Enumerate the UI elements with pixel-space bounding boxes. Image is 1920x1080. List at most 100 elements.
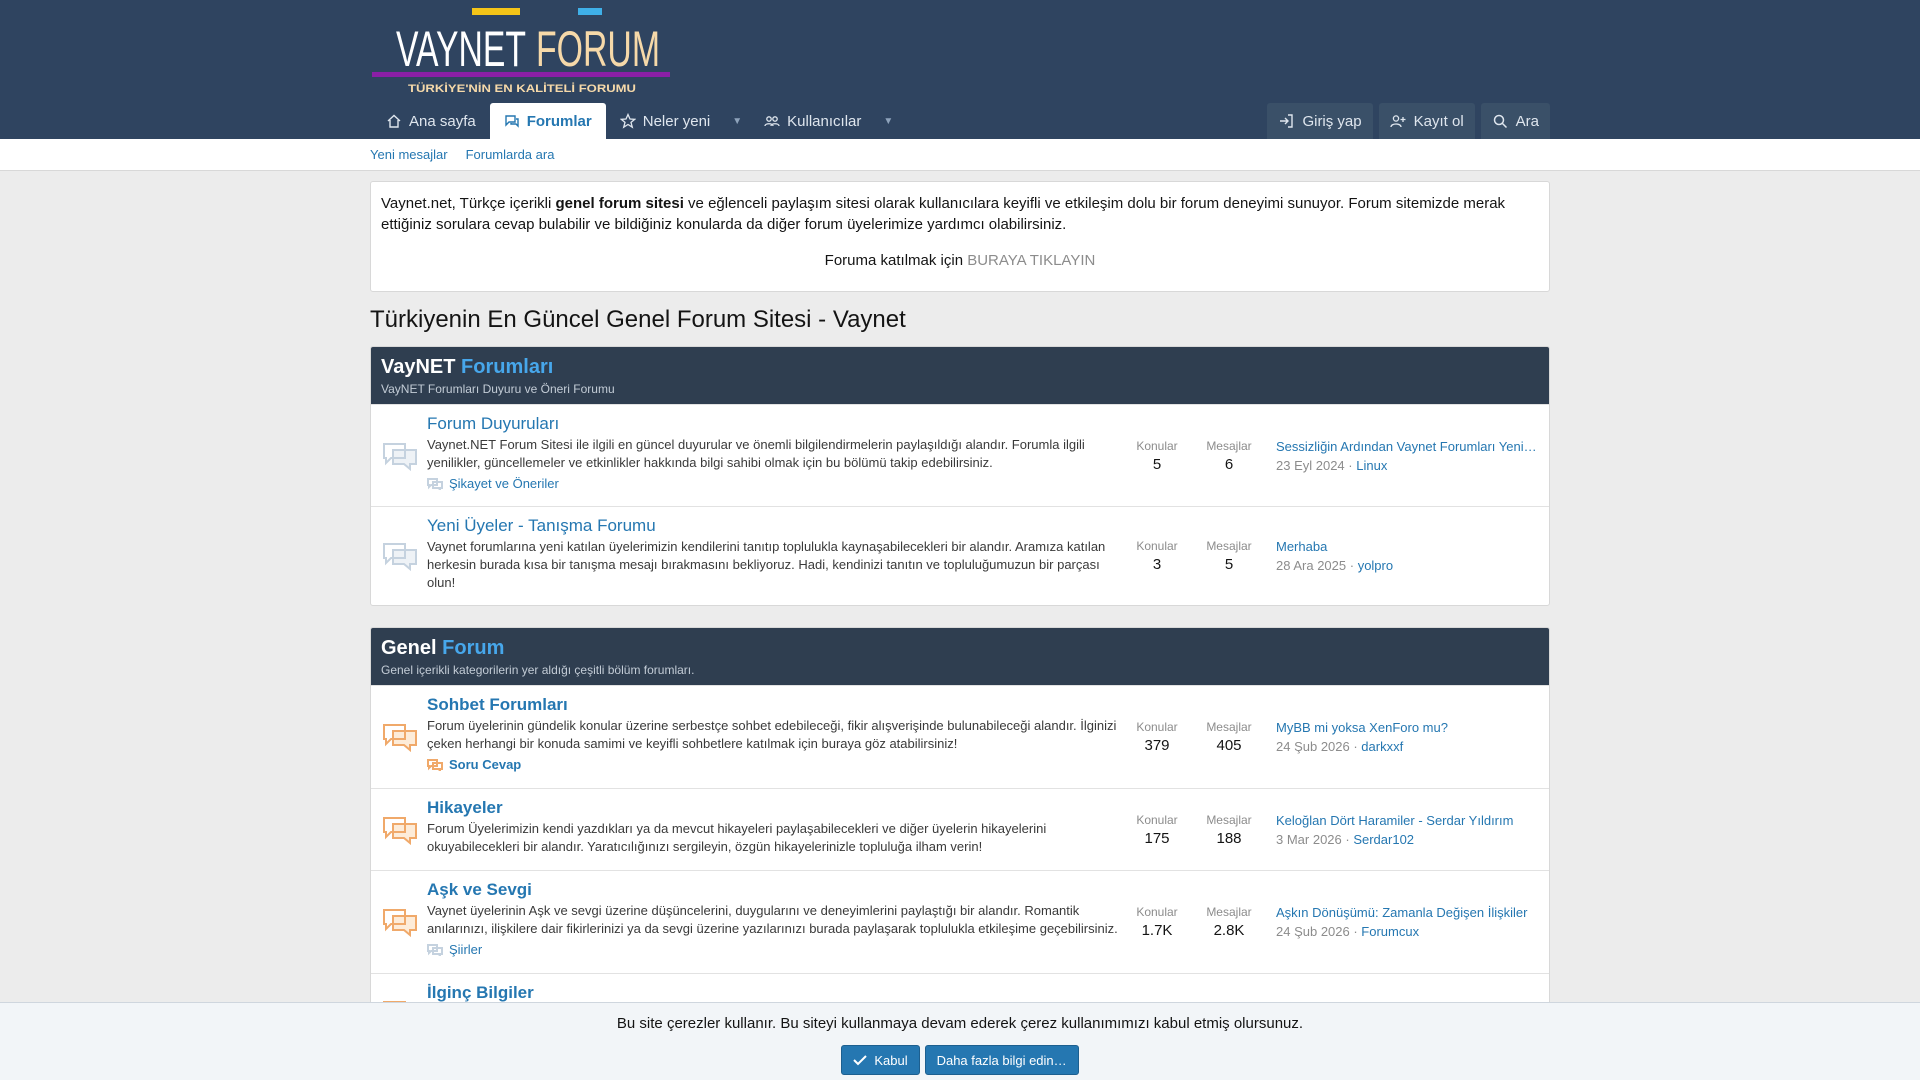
nav-home-label: Ana sayfa xyxy=(409,112,476,130)
forum-title-link[interactable]: İlginç Bilgiler xyxy=(427,982,534,1004)
posts-count: 6 xyxy=(1224,455,1234,473)
site-notice: Vaynet.net, Türkçe içerikli genel forum … xyxy=(370,181,1550,292)
category-description: Genel içerikli kategorilerin yer aldığı … xyxy=(381,663,695,677)
cookie-learn-more-button[interactable]: Daha fazla bilgi edin… xyxy=(924,1045,1079,1075)
notice-text: Vaynet.net, Türkçe içerikli genel forum … xyxy=(381,195,1506,233)
subforum-link[interactable]: Şiirler xyxy=(427,942,1121,957)
subforum-link[interactable]: Soru Cevap xyxy=(427,757,1121,772)
nav-forums[interactable]: Forumlar xyxy=(489,103,606,139)
topics-label: Konular xyxy=(1136,812,1178,827)
category-block-vaynet: VayNET Forumları VayNET Forumları Duyuru… xyxy=(370,346,1550,606)
add-user-icon xyxy=(1389,115,1406,128)
forum-node: Forum Duyuruları Vaynet.NET Forum Sitesi… xyxy=(371,404,1549,506)
topics-count: 175 xyxy=(1144,829,1170,847)
forum-description: Vaynet.NET Forum Sitesi ile ilgili en gü… xyxy=(427,437,1085,470)
latest-post: Sessizliğin Ardından Vaynet Forumları Ye… xyxy=(1276,438,1539,473)
forum-description: Vaynet forumlarına yeni katılan üyelerim… xyxy=(427,539,1106,590)
posts-label: Mesajlar xyxy=(1206,812,1252,827)
register-button[interactable]: Kayıt ol xyxy=(1378,103,1475,139)
latest-date: 3 Mar 2026 xyxy=(1276,831,1342,847)
forum-node: Hikayeler Forum Üyelerimizin kendi yazdı… xyxy=(371,788,1549,870)
forum-title-link[interactable]: Yeni Üyeler - Tanışma Forumu xyxy=(427,515,656,537)
latest-thread-link[interactable]: Aşkın Dönüşümü: Zamanla Değişen İlişkile… xyxy=(1276,905,1539,920)
latest-thread-link[interactable]: Sessizliğin Ardından Vaynet Forumları Ye… xyxy=(1276,439,1539,454)
posts-label: Mesajlar xyxy=(1206,905,1252,919)
forum-unread-icon xyxy=(383,909,417,937)
category-title[interactable]: VayNET Forumları xyxy=(381,356,1539,379)
posts-label: Mesajlar xyxy=(1206,539,1252,553)
nav-forums-label: Forumlar xyxy=(526,112,592,130)
search-icon xyxy=(1493,114,1507,129)
forum-unread-icon xyxy=(383,816,417,845)
latest-thread-link[interactable]: Merhaba xyxy=(1276,539,1539,554)
page-title: Türkiyenin En Güncel Genel Forum Sitesi … xyxy=(370,306,906,333)
forum-title-link[interactable]: Aşk ve Sevgi xyxy=(427,879,532,901)
nav-members[interactable]: Kullanıcılar xyxy=(750,103,875,139)
latest-user-link[interactable]: yolpro xyxy=(1358,558,1393,573)
latest-post: Aşkın Dönüşümü: Zamanla Değişen İlişkile… xyxy=(1271,879,1539,965)
login-label: Giriş yap xyxy=(1302,112,1362,130)
latest-thread-link[interactable]: Keloğlan Dört Haramiler - Serdar Yıldırı… xyxy=(1276,813,1539,828)
latest-thread-link[interactable]: MyBB mi yoksa XenForo mu? xyxy=(1276,720,1539,735)
site-header: VAYNET FORUM TÜRKİYE'NİN EN KALİTELİ FOR… xyxy=(0,0,1920,139)
users-icon xyxy=(764,116,780,127)
forum-node: Yeni Üyeler - Tanışma Forumu Vaynet foru… xyxy=(371,506,1549,605)
search-button[interactable]: Ara xyxy=(1480,103,1550,139)
posts-count: 5 xyxy=(1224,556,1234,573)
new-posts-link[interactable]: Yeni mesajlar xyxy=(370,147,448,162)
sub-nav: Yeni mesajlar Forumlarda ara xyxy=(0,139,1920,171)
topics-count: 5 xyxy=(1152,455,1162,473)
forum-node: Sohbet Forumları Forum üyelerinin gündel… xyxy=(371,685,1549,788)
cookie-text: Bu site çerezler kullanır. Bu siteyi kul… xyxy=(616,1015,1304,1032)
latest-user-link[interactable]: darkxxf xyxy=(1361,739,1403,754)
forum-read-icon xyxy=(383,543,417,571)
subforum-icon xyxy=(427,943,443,956)
latest-user-link[interactable]: Serdar102 xyxy=(1353,832,1414,847)
latest-user-link[interactable]: Linux xyxy=(1356,458,1387,473)
topics-label: Konular xyxy=(1136,539,1178,553)
whats-new-dropdown-toggle[interactable]: ▼ xyxy=(724,103,750,139)
nav-home[interactable]: Ana sayfa xyxy=(372,103,490,139)
topics-count: 1.7K xyxy=(1141,922,1173,939)
topics-label: Konular xyxy=(1136,438,1178,453)
forum-title-link[interactable]: Forum Duyuruları xyxy=(427,413,559,435)
forum-description: Forum üyelerinin gündelik konular üzerin… xyxy=(427,718,1117,751)
chat-icon xyxy=(505,115,519,128)
search-forums-link[interactable]: Forumlarda ara xyxy=(466,147,555,162)
topics-count: 379 xyxy=(1144,737,1170,754)
topics-label: Konular xyxy=(1136,905,1178,919)
logo-main-text: VAYNET xyxy=(396,21,526,77)
latest-date: 28 Ara 2025 xyxy=(1276,558,1347,573)
main-content: Vaynet.net, Türkçe içerikli genel forum … xyxy=(370,181,1550,1054)
star-icon xyxy=(619,113,636,129)
latest-date: 24 Şub 2026 xyxy=(1276,924,1350,939)
posts-count: 405 xyxy=(1216,737,1242,754)
category-description: VayNET Forumları Duyuru ve Öneri Forumu xyxy=(381,382,615,396)
user-nav: Giriş yap Kayıt ol Ara xyxy=(1267,103,1550,139)
logo-tagline: TÜRKİYE'NİN EN KALİTELİ FORUMU xyxy=(408,82,636,95)
members-dropdown-toggle[interactable]: ▼ xyxy=(875,103,901,139)
subforum-icon xyxy=(427,758,443,771)
search-label: Ara xyxy=(1515,112,1539,130)
latest-date: 24 Şub 2026 xyxy=(1276,739,1350,754)
forum-title-link[interactable]: Hikayeler xyxy=(427,797,503,819)
join-line: Foruma katılmak için BURAYA TIKLAYIN xyxy=(824,252,1096,269)
join-link[interactable]: BURAYA TIKLAYIN xyxy=(967,252,1095,269)
latest-post: MyBB mi yoksa XenForo mu? 24 Şub 2026 · … xyxy=(1271,694,1539,780)
subforum-link[interactable]: Şikayet ve Öneriler xyxy=(427,476,1121,491)
category-title[interactable]: Genel Forum xyxy=(381,637,1539,660)
logo-accent-text: FORUM xyxy=(536,21,660,77)
latest-user-link[interactable]: Forumcux xyxy=(1361,924,1419,939)
forum-node: Aşk ve Sevgi Vaynet üyelerinin Aşk ve se… xyxy=(371,870,1549,973)
forum-read-icon xyxy=(383,442,417,471)
main-nav: Ana sayfa Forumlar Neler yeni ▼ Kullanıc… xyxy=(372,103,901,139)
forum-title-link[interactable]: Sohbet Forumları xyxy=(427,694,568,716)
cookie-accept-button[interactable]: Kabul xyxy=(841,1045,920,1075)
nav-whats-new[interactable]: Neler yeni xyxy=(606,103,725,139)
category-header: VayNET Forumları VayNET Forumları Duyuru… xyxy=(371,347,1549,404)
login-button[interactable]: Giriş yap xyxy=(1267,103,1373,139)
site-logo[interactable]: VAYNET FORUM TÜRKİYE'NİN EN KALİTELİ FOR… xyxy=(372,8,670,96)
forum-description: Vaynet üyelerinin Aşk ve sevgi üzerine d… xyxy=(427,903,1118,936)
topics-label: Konular xyxy=(1136,720,1178,734)
nav-members-label: Kullanıcılar xyxy=(787,112,862,130)
